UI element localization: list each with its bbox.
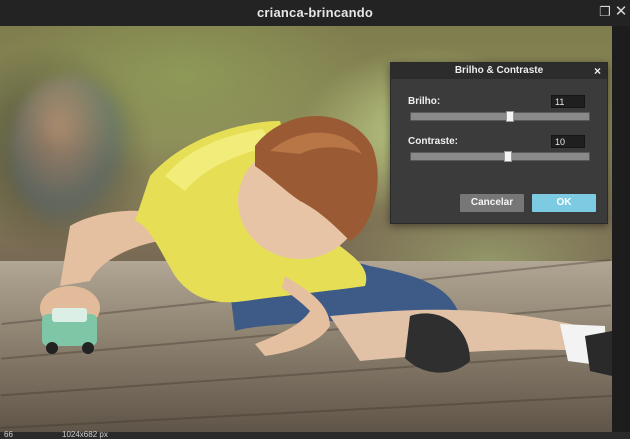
zoom-readout: 66 xyxy=(4,430,13,439)
brightness-slider-thumb[interactable] xyxy=(506,111,514,122)
contrast-label: Contraste: xyxy=(408,136,459,147)
brightness-label: Brilho: xyxy=(408,96,441,107)
image-size-readout: 1024x682 px xyxy=(62,430,108,439)
toy-car xyxy=(42,308,97,354)
window-title: crianca-brincando xyxy=(256,5,374,20)
ok-button[interactable]: OK xyxy=(532,194,596,212)
dialog-title: Brilho & Contraste xyxy=(454,65,544,76)
brightness-slider[interactable] xyxy=(410,111,590,122)
right-gutter xyxy=(612,26,630,432)
window-title-bar: crianca-brincando ❐ ✕ xyxy=(0,0,630,26)
contrast-slider-thumb[interactable] xyxy=(504,151,512,162)
close-icon[interactable]: × xyxy=(594,63,601,79)
brightness-value-input[interactable]: 11 xyxy=(551,95,585,108)
status-bar: 66 1024x682 px xyxy=(0,430,630,439)
contrast-slider[interactable] xyxy=(410,151,590,162)
close-icon[interactable]: ✕ xyxy=(613,4,629,20)
image-canvas[interactable]: Brilho & Contraste × Brilho: 11 Contrast… xyxy=(0,26,612,432)
contrast-value-input[interactable]: 10 xyxy=(551,135,585,148)
cancel-button[interactable]: Cancelar xyxy=(460,194,524,212)
brightness-contrast-dialog: Brilho & Contraste × Brilho: 11 Contrast… xyxy=(390,62,608,224)
dialog-header: Brilho & Contraste × xyxy=(391,63,607,79)
restore-icon[interactable]: ❐ xyxy=(597,4,613,20)
